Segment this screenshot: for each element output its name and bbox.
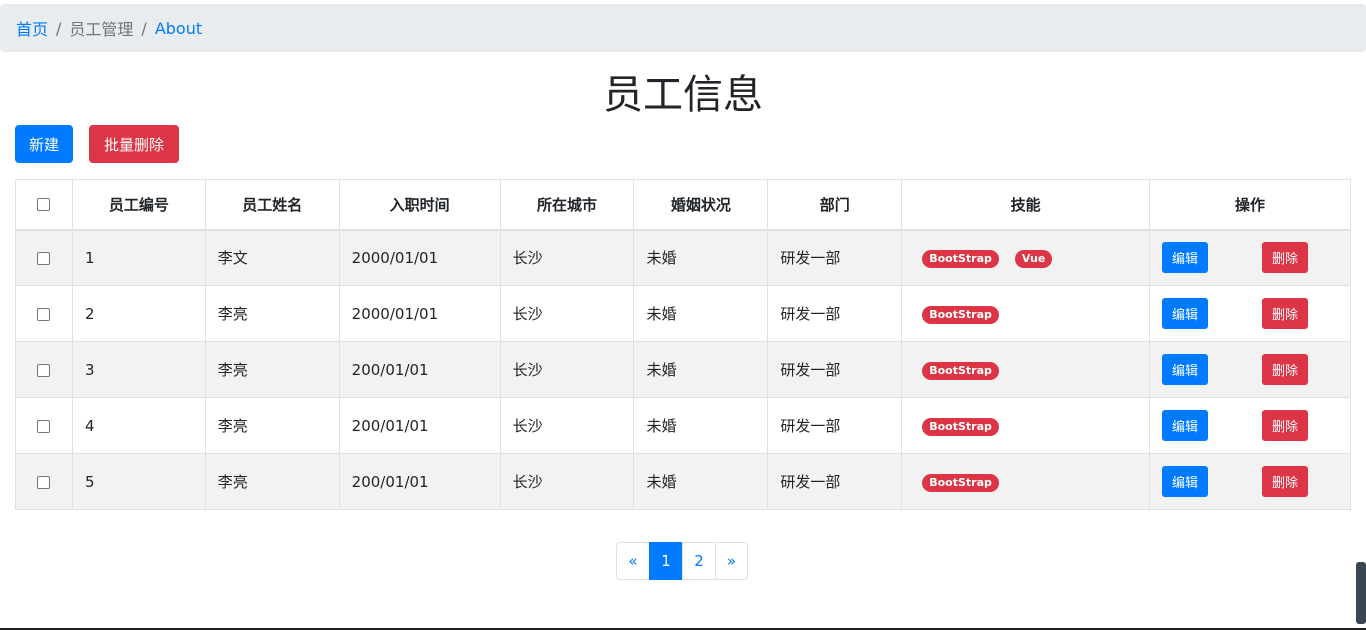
table-row: 2 李亮 2000/01/01 长沙 未婚 研发一部 BootStrap 编辑 删除 bbox=[15, 285, 1351, 342]
skill-badge: BootStrap bbox=[922, 361, 999, 380]
cell-marital-status: 未婚 bbox=[633, 229, 769, 286]
cell-skills: BootStrap bbox=[901, 453, 1151, 510]
table-row: 4 李亮 200/01/01 长沙 未婚 研发一部 BootStrap 编辑 删除 bbox=[15, 397, 1351, 454]
table-row: 5 李亮 200/01/01 长沙 未婚 研发一部 BootStrap 编辑 删除 bbox=[15, 453, 1351, 510]
cell-skills: BootStrap bbox=[901, 285, 1151, 342]
cell-employee-id: 5 bbox=[71, 453, 206, 510]
delete-button[interactable]: 删除 bbox=[1262, 354, 1309, 385]
cell-city: 长沙 bbox=[499, 285, 635, 342]
batch-delete-button[interactable]: 批量删除 bbox=[89, 125, 179, 163]
cell-employee-id: 2 bbox=[71, 285, 206, 342]
cell-department: 研发一部 bbox=[767, 285, 903, 342]
header-skills: 技能 bbox=[901, 179, 1151, 231]
cell-department: 研发一部 bbox=[767, 341, 903, 398]
row-select bbox=[15, 453, 73, 510]
cell-actions: 编辑 删除 bbox=[1149, 397, 1351, 454]
cell-employee-id: 3 bbox=[71, 341, 206, 398]
employee-table: 员工编号 员工姓名 入职时间 所在城市 婚姻状况 部门 技能 操作 1 李文 200… bbox=[15, 179, 1351, 510]
cell-department: 研发一部 bbox=[767, 453, 903, 510]
cell-actions: 编辑 删除 bbox=[1149, 229, 1351, 286]
cell-employee-id: 4 bbox=[71, 397, 206, 454]
cell-employee-name: 李文 bbox=[204, 229, 340, 286]
cell-skills: BootStrap bbox=[901, 397, 1151, 454]
delete-button[interactable]: 删除 bbox=[1262, 410, 1309, 441]
edit-button[interactable]: 编辑 bbox=[1162, 298, 1209, 329]
cell-actions: 编辑 删除 bbox=[1149, 453, 1351, 510]
row-checkbox[interactable] bbox=[37, 419, 51, 433]
row-select bbox=[15, 229, 73, 286]
cell-marital-status: 未婚 bbox=[633, 341, 769, 398]
cell-hire-date: 200/01/01 bbox=[338, 397, 501, 454]
cell-employee-name: 李亮 bbox=[204, 341, 340, 398]
row-checkbox[interactable] bbox=[37, 475, 51, 489]
breadcrumb-home-link[interactable]: 首页 bbox=[16, 16, 48, 40]
scrollbar-handle[interactable] bbox=[1356, 562, 1366, 624]
header-employee-name: 员工姓名 bbox=[204, 179, 340, 231]
edit-button[interactable]: 编辑 bbox=[1162, 410, 1209, 441]
delete-button[interactable]: 删除 bbox=[1262, 242, 1309, 274]
skill-badge: BootStrap bbox=[922, 249, 999, 268]
cell-hire-date: 2000/01/01 bbox=[338, 229, 501, 286]
pagination: « 1 2 » bbox=[616, 542, 748, 580]
pagination-next[interactable]: » bbox=[715, 542, 748, 580]
row-select bbox=[15, 397, 73, 454]
cell-hire-date: 2000/01/01 bbox=[338, 285, 501, 342]
cell-employee-name: 李亮 bbox=[204, 285, 340, 342]
breadcrumb-separator: / bbox=[141, 18, 147, 38]
pagination-prev[interactable]: « bbox=[616, 542, 650, 580]
cell-marital-status: 未婚 bbox=[633, 453, 769, 510]
table-header-row: 员工编号 员工姓名 入职时间 所在城市 婚姻状况 部门 技能 操作 bbox=[15, 179, 1351, 231]
skill-badge: BootStrap bbox=[922, 473, 999, 492]
header-marital-status: 婚姻状况 bbox=[633, 179, 769, 231]
row-select bbox=[15, 285, 73, 342]
row-checkbox[interactable] bbox=[37, 363, 51, 377]
header-department: 部门 bbox=[767, 179, 903, 231]
cell-hire-date: 200/01/01 bbox=[338, 341, 501, 398]
new-button[interactable]: 新建 bbox=[15, 125, 73, 163]
cell-employee-name: 李亮 bbox=[204, 453, 340, 510]
cell-employee-id: 1 bbox=[71, 229, 206, 286]
table-row: 1 李文 2000/01/01 长沙 未婚 研发一部 BootStrap Vue 编辑 删除 bbox=[15, 229, 1351, 286]
row-checkbox[interactable] bbox=[37, 251, 51, 265]
cell-employee-name: 李亮 bbox=[204, 397, 340, 454]
cell-department: 研发一部 bbox=[767, 229, 903, 286]
cell-marital-status: 未婚 bbox=[633, 397, 769, 454]
header-select-all bbox=[15, 179, 73, 231]
delete-button[interactable]: 删除 bbox=[1262, 466, 1309, 497]
header-employee-id: 员工编号 bbox=[71, 179, 206, 231]
edit-button[interactable]: 编辑 bbox=[1162, 242, 1209, 274]
table-row: 3 李亮 200/01/01 长沙 未婚 研发一部 BootStrap 编辑 删除 bbox=[15, 341, 1351, 398]
breadcrumb: 首页 / 员工管理 / About bbox=[0, 4, 1366, 52]
pagination-page-2[interactable]: 2 bbox=[682, 542, 716, 580]
edit-button[interactable]: 编辑 bbox=[1162, 466, 1209, 497]
cell-city: 长沙 bbox=[499, 341, 635, 398]
cell-hire-date: 200/01/01 bbox=[338, 453, 501, 510]
header-city: 所在城市 bbox=[499, 179, 635, 231]
skill-badge: Vue bbox=[1014, 249, 1053, 268]
cell-marital-status: 未婚 bbox=[633, 285, 769, 342]
cell-department: 研发一部 bbox=[767, 397, 903, 454]
skill-badge: BootStrap bbox=[922, 417, 999, 436]
breadcrumb-about-link[interactable]: About bbox=[155, 19, 202, 38]
header-actions: 操作 bbox=[1149, 179, 1351, 231]
cell-city: 长沙 bbox=[499, 229, 635, 286]
skill-badge: BootStrap bbox=[922, 305, 999, 324]
breadcrumb-employee-management: 员工管理 bbox=[69, 20, 134, 39]
row-select bbox=[15, 341, 73, 398]
edit-button[interactable]: 编辑 bbox=[1162, 354, 1209, 385]
row-checkbox[interactable] bbox=[37, 307, 51, 321]
select-all-checkbox[interactable] bbox=[37, 198, 51, 212]
cell-actions: 编辑 删除 bbox=[1149, 341, 1351, 398]
header-hire-date: 入职时间 bbox=[338, 179, 501, 231]
cell-skills: BootStrap Vue bbox=[901, 229, 1151, 286]
pagination-page-1[interactable]: 1 bbox=[649, 542, 683, 580]
cell-skills: BootStrap bbox=[901, 341, 1151, 398]
breadcrumb-separator: / bbox=[56, 18, 62, 38]
cell-city: 长沙 bbox=[499, 453, 635, 510]
delete-button[interactable]: 删除 bbox=[1262, 298, 1309, 329]
cell-city: 长沙 bbox=[499, 397, 635, 454]
cell-actions: 编辑 删除 bbox=[1149, 285, 1351, 342]
page-title: 员工信息 bbox=[603, 72, 763, 118]
